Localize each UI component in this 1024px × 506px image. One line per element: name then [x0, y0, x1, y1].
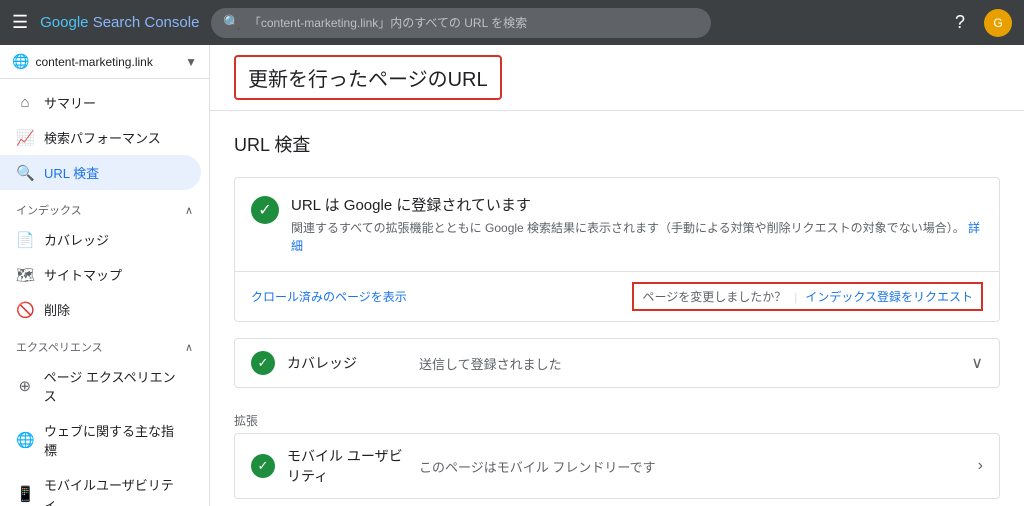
coverage-value: 送信して登録されました: [419, 354, 959, 373]
coverage-status-icon: ✓: [251, 351, 275, 375]
content-area: 更新を行ったページのURL URL 検査 ✓ URL は Google に登録さ…: [210, 45, 1024, 506]
coverage-label: カバレッジ: [287, 353, 407, 373]
sidebar-label-mobile: モバイルユーザビリティ: [44, 475, 185, 506]
sidebar-item-removal[interactable]: 🚫 削除: [0, 292, 201, 327]
page-exp-icon: ⊕: [16, 377, 34, 395]
mobile-label: モバイル ユーザビリティ: [287, 446, 407, 486]
result-card-header: ✓ URL は Google に登録されています 関連するすべての拡張機能ととも…: [235, 178, 999, 271]
help-button[interactable]: ?: [946, 9, 974, 37]
vitals-icon: 🌐: [16, 431, 34, 449]
sidebar-item-page-experience[interactable]: ⊕ ページ エクスペリエンス: [0, 359, 201, 413]
result-text: URL は Google に登録されています 関連するすべての拡張機能とともに …: [291, 194, 983, 255]
mobile-status-icon: ✓: [251, 454, 275, 478]
sidebar-item-sitemap[interactable]: 🗺 サイトマップ: [0, 257, 201, 292]
sidebar-label-coverage: カバレッジ: [44, 230, 109, 249]
search-icon: 🔍: [223, 14, 240, 31]
search-input[interactable]: [249, 16, 700, 30]
result-card: ✓ URL は Google に登録されています 関連するすべての拡張機能ととも…: [234, 177, 1000, 322]
coverage-card[interactable]: ✓ カバレッジ 送信して登録されました ∨: [234, 338, 1000, 388]
crawl-link[interactable]: クロール済みのページを表示: [251, 288, 632, 305]
sidebar-label-url-inspection: URL 検査: [44, 163, 99, 182]
sidebar-item-url-inspection[interactable]: 🔍 URL 検査: [0, 155, 201, 190]
topbar: ☰ Google Search Console 🔍 ? G: [0, 0, 1024, 45]
app-logo: Google Search Console: [40, 14, 199, 31]
home-icon: ⌂: [16, 94, 34, 111]
extensions-label: 拡張: [234, 404, 1000, 433]
avatar[interactable]: G: [984, 9, 1012, 37]
status-icon: ✓: [251, 196, 279, 224]
main-layout: 🌐 content-marketing.link ▼ ⌂ サマリー 📈 検索パフ…: [0, 45, 1024, 506]
domain-icon: 🌐: [12, 53, 29, 70]
mobile-value: このページはモバイル フレンドリーです: [419, 457, 966, 476]
section-experience-chevron[interactable]: ∧: [185, 341, 193, 354]
sidebar-label-sitemap: サイトマップ: [44, 265, 122, 284]
sidebar-label-core-vitals: ウェブに関する主な指標: [44, 421, 185, 459]
removal-icon: 🚫: [16, 301, 34, 319]
mobile-card[interactable]: ✓ モバイル ユーザビリティ このページはモバイル フレンドリーです ›: [234, 433, 1000, 499]
index-request-button[interactable]: インデックス登録をリクエスト: [805, 288, 973, 305]
result-card-footer: クロール済みのページを表示 ページを変更しましたか？ | インデックス登録をリク…: [235, 271, 999, 321]
page-title: URL 検査: [234, 131, 1000, 157]
result-desc: 関連するすべての拡張機能とともに Google 検索結果に表示されます（手動によ…: [291, 219, 983, 255]
section-experience: エクスペリエンス ∧: [0, 327, 209, 359]
sidebar-label-summary: サマリー: [44, 93, 96, 112]
sidebar-nav: ⌂ サマリー 📈 検索パフォーマンス 🔍 URL 検査 インデックス ∧ 📄 カ…: [0, 79, 209, 506]
url-input-bar: 更新を行ったページのURL: [210, 45, 1024, 111]
topbar-right: ? G: [946, 9, 1012, 37]
coverage-chevron-icon: ∨: [971, 353, 983, 373]
index-request-prefix: ページを変更しましたか？: [642, 288, 786, 305]
mobile-icon: 📱: [16, 485, 34, 503]
mobile-chevron-icon: ›: [978, 457, 983, 475]
search-bar[interactable]: 🔍: [211, 8, 711, 38]
result-title: URL は Google に登録されています: [291, 194, 983, 215]
chart-icon: 📈: [16, 129, 34, 147]
section-index-chevron[interactable]: ∧: [185, 204, 193, 217]
search-nav-icon: 🔍: [16, 164, 34, 182]
property-selector[interactable]: 🌐 content-marketing.link ▼: [0, 45, 209, 79]
sidebar-label-performance: 検索パフォーマンス: [44, 128, 161, 147]
sidebar-item-summary[interactable]: ⌂ サマリー: [0, 85, 201, 120]
section-index: インデックス ∧: [0, 190, 209, 222]
property-chevron-icon: ▼: [185, 55, 197, 69]
coverage-icon: 📄: [16, 231, 34, 249]
menu-icon[interactable]: ☰: [12, 12, 28, 33]
page-content: URL 検査 ✓ URL は Google に登録されています 関連するすべての…: [210, 111, 1024, 506]
sidebar-item-coverage[interactable]: 📄 カバレッジ: [0, 222, 201, 257]
index-request-area: ページを変更しましたか？ | インデックス登録をリクエスト: [632, 282, 983, 311]
sidebar-item-core-vitals[interactable]: 🌐 ウェブに関する主な指標: [0, 413, 201, 467]
sidebar-item-performance[interactable]: 📈 検索パフォーマンス: [0, 120, 201, 155]
property-name: content-marketing.link: [35, 55, 179, 69]
sidebar-item-mobile[interactable]: 📱 モバイルユーザビリティ: [0, 467, 201, 506]
sitemap-icon: 🗺: [16, 266, 34, 284]
sidebar-label-page-exp: ページ エクスペリエンス: [44, 367, 185, 405]
sidebar: 🌐 content-marketing.link ▼ ⌂ サマリー 📈 検索パフ…: [0, 45, 210, 506]
sidebar-label-removal: 削除: [44, 300, 70, 319]
url-input-display[interactable]: 更新を行ったページのURL: [234, 55, 502, 100]
